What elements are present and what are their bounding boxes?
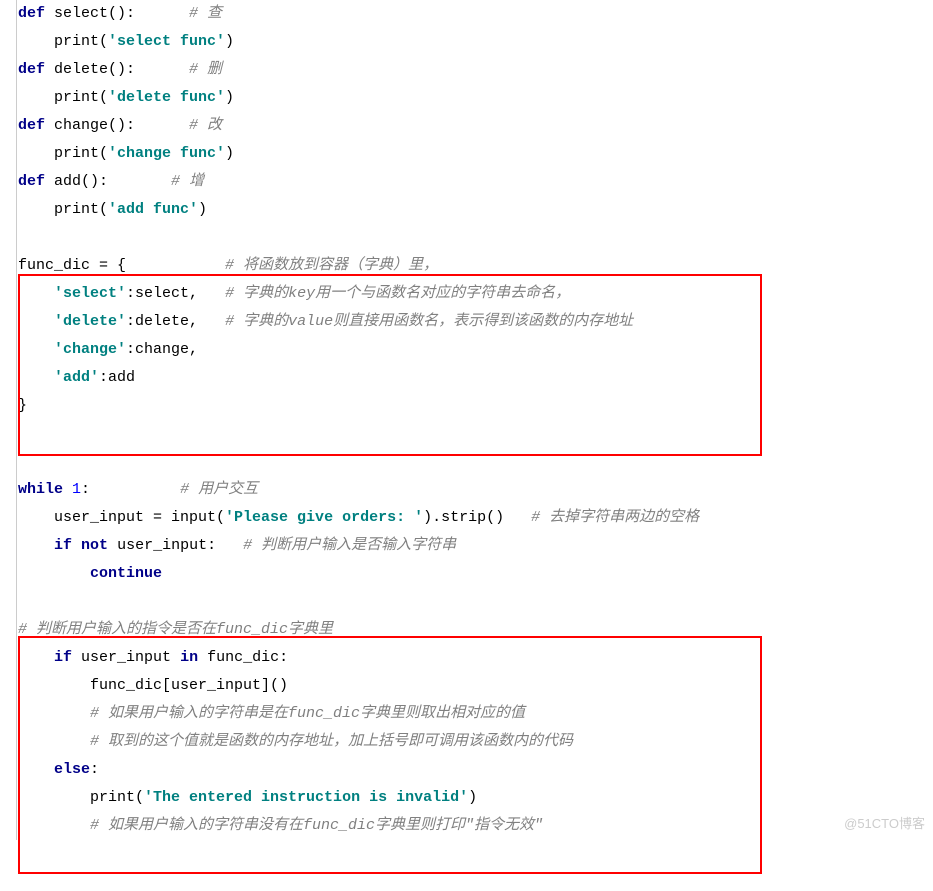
comment: # 增 xyxy=(171,173,204,190)
comment: # 删 xyxy=(189,61,222,78)
code-text: print( xyxy=(18,33,108,50)
code-text: :delete, xyxy=(126,313,225,330)
keyword-if: if xyxy=(54,649,72,666)
comment: # 将函数放到容器（字典）里， xyxy=(225,257,438,274)
string: 'delete func' xyxy=(108,89,225,106)
comment: # 判断用户输入是否输入字符串 xyxy=(243,537,456,554)
string: 'Please give orders: ' xyxy=(225,509,423,526)
code-text: : xyxy=(90,761,99,778)
number: 1 xyxy=(72,481,81,498)
code-text: : xyxy=(81,481,180,498)
comment: # 字典的value则直接用函数名，表示得到该函数的内存地址 xyxy=(225,313,633,330)
keyword-def: def xyxy=(18,5,45,22)
string: 'The entered instruction is invalid' xyxy=(144,789,468,806)
code-text: func_dic = { xyxy=(18,257,225,274)
keyword-def: def xyxy=(18,117,45,134)
code-text xyxy=(18,341,54,358)
string: 'change func' xyxy=(108,145,225,162)
code-text: :select, xyxy=(126,285,225,302)
dict-key: 'select' xyxy=(54,285,126,302)
code-text: print( xyxy=(18,789,144,806)
blank-line xyxy=(18,229,27,246)
blank-line xyxy=(18,425,27,442)
code-text xyxy=(63,481,72,498)
code-text xyxy=(18,565,90,582)
dict-key: 'change' xyxy=(54,341,126,358)
code-text: user_input xyxy=(72,649,180,666)
comment: # 字典的key用一个与函数名对应的字符串去命名， xyxy=(225,285,570,302)
code-text xyxy=(18,313,54,330)
code-text xyxy=(18,761,54,778)
code-text xyxy=(18,285,54,302)
dict-key: 'delete' xyxy=(54,313,126,330)
code-text: ) xyxy=(198,201,207,218)
blank-line xyxy=(18,593,27,610)
code-text xyxy=(18,537,54,554)
keyword-while: while xyxy=(18,481,63,498)
code-text xyxy=(18,369,54,386)
code-text xyxy=(18,733,90,750)
code-text: print( xyxy=(18,89,108,106)
code-editor: def select(): # 查 print('select func') d… xyxy=(0,0,933,840)
comment: # 取到的这个值就是函数的内存地址，加上括号即可调用该函数内的代码 xyxy=(90,733,573,750)
comment: # 查 xyxy=(189,5,222,22)
code-text: print( xyxy=(18,145,108,162)
code-text xyxy=(18,705,90,722)
keyword-continue: continue xyxy=(90,565,162,582)
keyword-not: not xyxy=(81,537,108,554)
watermark: @51CTO博客 xyxy=(844,813,925,832)
code-text: ) xyxy=(225,33,234,50)
keyword-else: else xyxy=(54,761,90,778)
gutter xyxy=(0,0,17,840)
code-content: def select(): # 查 print('select func') d… xyxy=(0,0,933,840)
comment: # 用户交互 xyxy=(180,481,258,498)
keyword-def: def xyxy=(18,173,45,190)
code-text xyxy=(72,537,81,554)
keyword-if: if xyxy=(54,537,72,554)
comment: # 如果用户输入的字符串是在func_dic字典里则取出相对应的值 xyxy=(90,705,525,722)
code-text xyxy=(18,649,54,666)
keyword-def: def xyxy=(18,61,45,78)
string: 'select func' xyxy=(108,33,225,50)
code-text: ) xyxy=(468,789,477,806)
comment: # 如果用户输入的字符串没有在func_dic字典里则打印"指令无效" xyxy=(90,817,543,834)
keyword-in: in xyxy=(180,649,198,666)
code-text: print( xyxy=(18,201,108,218)
code-text: user_input = input( xyxy=(18,509,225,526)
code-text: ).strip() xyxy=(423,509,531,526)
code-text: func_dic: xyxy=(198,649,288,666)
code-text xyxy=(18,817,90,834)
code-text: user_input: xyxy=(108,537,243,554)
comment: # 判断用户输入的指令是否在func_dic字典里 xyxy=(18,621,333,638)
fn-name: add(): xyxy=(45,173,171,190)
code-text: :change, xyxy=(126,341,198,358)
fn-name: select(): xyxy=(45,5,189,22)
string: 'add func' xyxy=(108,201,198,218)
fn-name: delete(): xyxy=(45,61,189,78)
dict-key: 'add' xyxy=(54,369,99,386)
code-text: ) xyxy=(225,89,234,106)
code-text: } xyxy=(18,397,27,414)
code-text: ) xyxy=(225,145,234,162)
blank-line xyxy=(18,453,27,470)
comment: # 改 xyxy=(189,117,222,134)
comment: # 去掉字符串两边的空格 xyxy=(531,509,699,526)
fn-name: change(): xyxy=(45,117,189,134)
code-text: func_dic[user_input]() xyxy=(18,677,288,694)
code-text: :add xyxy=(99,369,135,386)
